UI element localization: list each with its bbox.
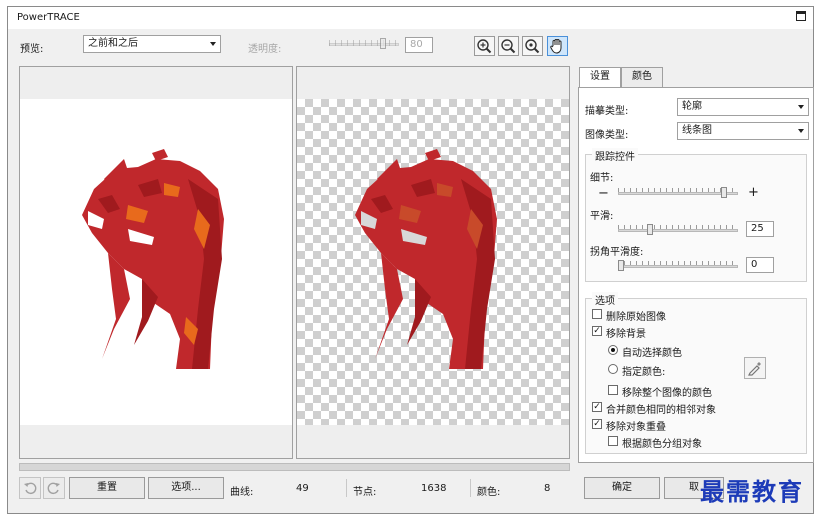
image-type-dropdown[interactable]: 线条图 xyxy=(677,122,809,140)
horizontal-scrollbar[interactable] xyxy=(19,463,570,471)
remove-overlap-label: 移除对象重叠 xyxy=(606,422,666,433)
trace-controls-title: 跟踪控件 xyxy=(592,148,638,163)
auto-color-radio[interactable] xyxy=(608,345,618,355)
specify-color-radio[interactable] xyxy=(608,364,618,374)
trace-type-value: 轮廓 xyxy=(682,101,702,112)
preview-dropdown[interactable]: 之前和之后 xyxy=(83,35,221,53)
delete-original-label: 删除原始图像 xyxy=(606,312,666,323)
original-preview-panel[interactable] xyxy=(19,66,293,459)
ok-button[interactable]: 确定 xyxy=(584,477,660,499)
transparency-slider[interactable] xyxy=(329,38,399,49)
title-bar: PowerTRACE xyxy=(8,7,813,29)
settings-panel: 描摹类型: 轮廓 图像类型: 线条图 跟踪控件 细节: − + 平滑: 25 拐… xyxy=(578,87,814,463)
nodes-label: 节点: xyxy=(353,487,377,498)
fist-image-original xyxy=(82,149,224,369)
minus-icon[interactable]: − xyxy=(598,186,609,201)
options-title: 选项 xyxy=(592,292,618,307)
group-by-color-checkbox[interactable] xyxy=(608,436,618,446)
eyedropper-icon xyxy=(748,362,761,376)
trace-controls-group: 跟踪控件 细节: − + 平滑: 25 拐角平滑度: 0 xyxy=(585,148,807,282)
colors-label: 颜色: xyxy=(477,487,501,498)
zoom-in-button[interactable] xyxy=(474,36,495,56)
preview-label: 预览: xyxy=(20,44,44,55)
remove-background-checkbox[interactable]: ✓ xyxy=(592,326,602,336)
traced-preview-panel[interactable] xyxy=(296,66,570,459)
corner-smoothness-slider[interactable] xyxy=(618,260,738,271)
merge-adjacent-checkbox[interactable]: ✓ xyxy=(592,402,602,412)
preview-dropdown-value: 之前和之后 xyxy=(88,38,138,49)
nodes-value: 1638 xyxy=(421,483,447,494)
redo-button[interactable] xyxy=(43,477,65,499)
delete-original-checkbox[interactable] xyxy=(592,309,602,319)
window-title: PowerTRACE xyxy=(17,12,80,23)
chevron-down-icon xyxy=(798,105,804,109)
detail-label: 细节: xyxy=(590,173,614,184)
remove-whole-color-label: 移除整个图像的颜色 xyxy=(622,388,712,399)
tab-settings[interactable]: 设置 xyxy=(579,67,621,88)
zoom-fit-button[interactable] xyxy=(522,36,543,56)
watermark-text: 最需教育 xyxy=(700,477,804,506)
auto-color-label: 自动选择颜色 xyxy=(622,348,682,359)
undo-button[interactable] xyxy=(19,477,41,499)
image-type-label: 图像类型: xyxy=(585,130,629,141)
detail-slider-thumb[interactable] xyxy=(721,187,727,198)
remove-whole-color-checkbox[interactable] xyxy=(608,385,618,395)
powertrace-dialog: PowerTRACE 预览: 之前和之后 透明度: 80 设置 颜色 描摹类型:… xyxy=(7,6,814,514)
undo-icon xyxy=(24,482,37,495)
zoom-fit-icon xyxy=(525,39,540,54)
chevron-down-icon xyxy=(210,42,216,46)
corner-smoothness-input[interactable]: 0 xyxy=(746,257,774,273)
options-group: 选项 删除原始图像 ✓ 移除背景 自动选择颜色 指定颜色: 移除整个图像的颜色 … xyxy=(585,292,807,454)
transparency-input[interactable]: 80 xyxy=(405,37,433,53)
plus-icon[interactable]: + xyxy=(748,185,759,200)
trace-type-dropdown[interactable]: 轮廓 xyxy=(677,98,809,116)
smoothing-slider[interactable] xyxy=(618,224,738,235)
curves-value: 49 xyxy=(296,483,309,494)
smoothing-label: 平滑: xyxy=(590,211,614,222)
detail-slider[interactable] xyxy=(618,187,738,198)
remove-overlap-checkbox[interactable]: ✓ xyxy=(592,419,602,429)
smoothing-input[interactable]: 25 xyxy=(746,221,774,237)
reset-button[interactable]: 重置 xyxy=(69,477,145,499)
redo-icon xyxy=(47,482,60,495)
transparency-slider-thumb[interactable] xyxy=(380,38,386,49)
chevron-down-icon xyxy=(798,129,804,133)
group-by-color-label: 根据颜色分组对象 xyxy=(622,439,702,450)
tab-color[interactable]: 颜色 xyxy=(621,67,663,87)
zoom-in-icon xyxy=(477,39,492,54)
fist-image-traced xyxy=(355,149,497,369)
smoothing-slider-thumb[interactable] xyxy=(647,224,653,235)
specify-color-label: 指定颜色: xyxy=(622,367,666,378)
merge-adjacent-label: 合并颜色相同的相邻对象 xyxy=(606,405,716,416)
image-type-value: 线条图 xyxy=(682,125,712,136)
corner-smoothness-slider-thumb[interactable] xyxy=(618,260,624,271)
zoom-out-icon xyxy=(501,39,516,54)
hand-icon xyxy=(550,39,562,54)
transparency-label: 透明度: xyxy=(248,44,282,55)
eyedropper-button[interactable] xyxy=(744,357,766,379)
zoom-out-button[interactable] xyxy=(498,36,519,56)
curves-label: 曲线: xyxy=(230,487,254,498)
options-button[interactable]: 选项... xyxy=(148,477,224,499)
remove-background-label: 移除背景 xyxy=(606,329,646,340)
maximize-icon[interactable] xyxy=(796,11,806,21)
trace-type-label: 描摹类型: xyxy=(585,106,629,117)
corner-smoothness-label: 拐角平滑度: xyxy=(590,247,644,258)
pan-button[interactable] xyxy=(547,36,568,56)
colors-value: 8 xyxy=(544,483,551,494)
